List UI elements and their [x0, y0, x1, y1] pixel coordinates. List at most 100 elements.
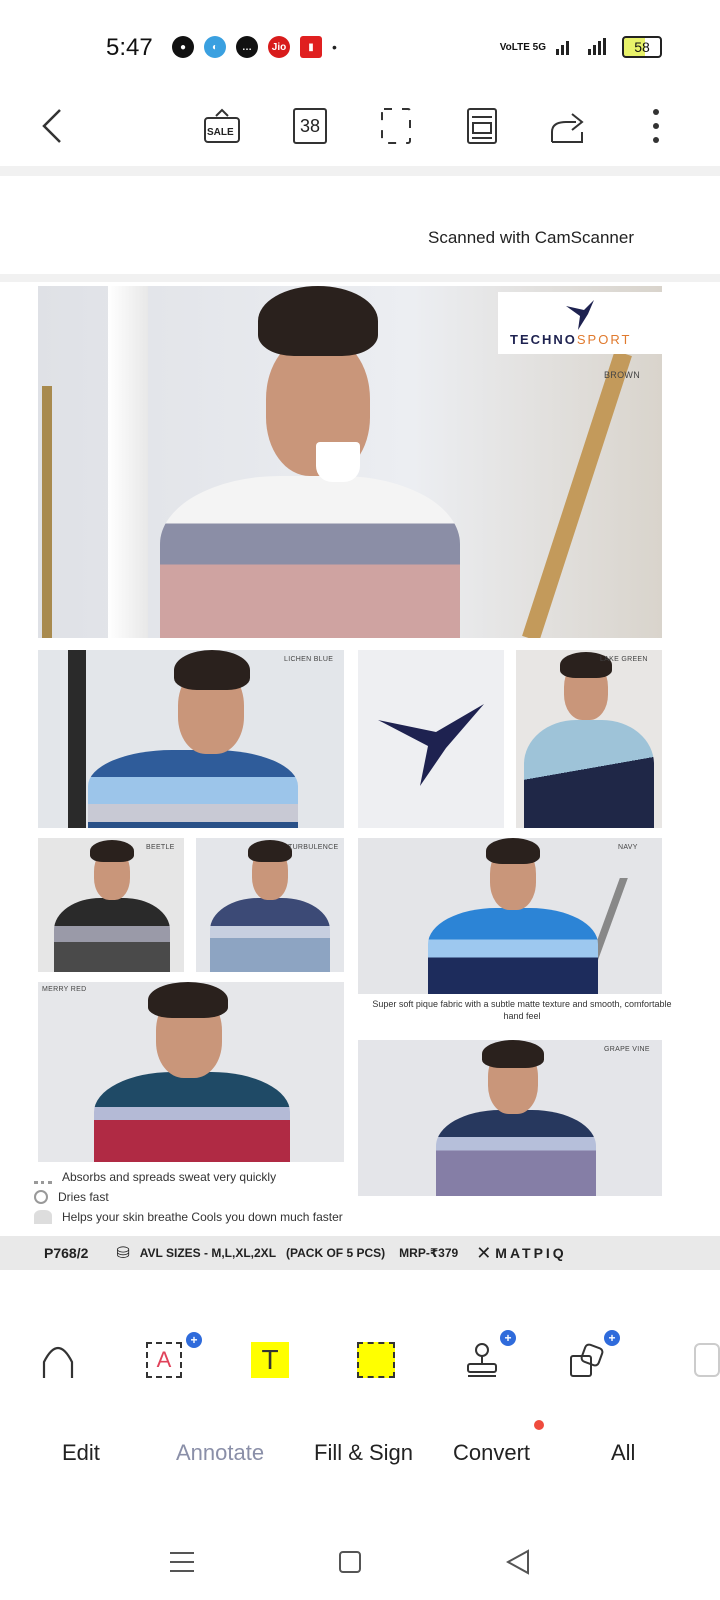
bottom-tabs: Edit Annotate Fill & Sign Convert All [0, 1420, 720, 1480]
tab-convert[interactable]: Convert [453, 1440, 530, 1466]
tag-merry-red: MERRY RED [42, 986, 87, 993]
app-icon: ▮ [300, 36, 322, 58]
status-bar: 5:47 ● ◐ … Jio ▮ • VoLTE 5G 58 [0, 0, 720, 96]
tag-navy: NAVY [618, 844, 638, 851]
share-icon [551, 113, 584, 143]
tshirt-navy [428, 908, 598, 994]
wall-panel [108, 286, 148, 638]
status-time: 5:47 [106, 34, 153, 61]
home-button[interactable] [330, 1542, 370, 1582]
battery-level: 58 [634, 39, 650, 55]
tag-lichen-blue: LICHEN BLUE [284, 656, 334, 663]
back-button[interactable] [30, 104, 74, 148]
mrp: MRP-₹379 [399, 1246, 459, 1260]
sale-tag-icon [204, 108, 240, 143]
photo-navy [358, 838, 662, 994]
bird-logo-icon [566, 300, 594, 330]
text-box-icon: A [146, 1342, 182, 1378]
hero-hair [258, 286, 378, 356]
back-arrow-icon [42, 109, 61, 143]
page-count: 38 [299, 115, 321, 136]
partial-tool-icon [694, 1343, 720, 1377]
tab-edit[interactable]: Edit [62, 1440, 100, 1466]
tab-fill-sign[interactable]: Fill & Sign [314, 1440, 413, 1466]
tab-all[interactable]: All [611, 1440, 635, 1466]
hair [90, 840, 134, 862]
photo-turbulence [196, 838, 344, 972]
photo-lichen-blue [38, 650, 344, 828]
brand-matpiq: MATPIQ [495, 1245, 567, 1261]
brand-logo: TECHNOSPORT [498, 292, 668, 354]
tshirt-grape-vine [436, 1110, 596, 1196]
sale-button[interactable]: SALE [200, 104, 244, 148]
share-button[interactable] [546, 104, 590, 148]
message-icon: … [236, 36, 258, 58]
hero-tshirt [160, 476, 460, 638]
add-badge-icon: + [500, 1330, 516, 1346]
document-layout-icon [467, 108, 497, 144]
signal-icon [556, 38, 606, 55]
annotate-tool[interactable]: A + [134, 1330, 202, 1390]
status-right: VoLTE 5G 58 [500, 36, 662, 58]
area-highlight-tool[interactable] [346, 1330, 406, 1390]
breathe-icon [34, 1210, 52, 1224]
stamp-icon [467, 1343, 497, 1377]
lamp-pole [42, 386, 52, 638]
more-vert-icon [653, 109, 659, 143]
document-page[interactable]: TECHNOSPORT BROWN LICHEN BLUE LAKE GREEN… [0, 282, 720, 1294]
chair-leg [522, 350, 632, 638]
size-list: AVL SIZES - M,L,XL,2XL [139, 1246, 277, 1260]
stamp-tool[interactable]: + [452, 1330, 516, 1390]
fabric-description: Super soft pique fabric with a subtle ma… [372, 999, 672, 1021]
tag-lake-green: LAKE GREEN [600, 656, 648, 663]
reader-mode-button[interactable] [460, 104, 504, 148]
highlight-text-tool[interactable]: T [240, 1330, 300, 1390]
crop-frame-icon [381, 108, 411, 144]
fullscreen-button[interactable] [374, 104, 418, 148]
tshirt-beetle [54, 898, 170, 972]
product-code: P768/2 [44, 1245, 89, 1261]
notification-icons: ● ◐ … Jio ▮ • [172, 36, 337, 58]
camscanner-watermark: Scanned with CamScanner [427, 228, 634, 247]
bullet-dries: Dries fast [34, 1190, 109, 1204]
dry-icon [34, 1190, 48, 1204]
hair [248, 840, 292, 862]
tag-beetle: BEETLE [146, 844, 175, 851]
previous-page-tail[interactable]: Scanned with CamScanner [0, 176, 720, 274]
photo-beetle [38, 838, 184, 972]
recents-button[interactable] [162, 1542, 202, 1582]
tshirt-turbulence [210, 898, 330, 972]
hair [482, 1040, 544, 1068]
more-tool-partial[interactable] [664, 1330, 720, 1390]
pen-nib-icon [42, 1346, 74, 1378]
photo-merry-red [38, 982, 344, 1162]
area-select-icon [357, 1342, 395, 1378]
sale-label: SALE [207, 127, 234, 138]
tshirt-lichen-blue [88, 750, 298, 828]
size-icon: ⛁ [116, 1245, 130, 1262]
chat-icon: ● [172, 36, 194, 58]
hair [148, 982, 228, 1018]
wall-panel [68, 650, 86, 828]
edit-tool[interactable] [28, 1330, 88, 1390]
product-footer: P768/2 ⛁ AVL SIZES - M,L,XL,2XL (PACK OF… [0, 1236, 720, 1270]
coffee-cup [316, 442, 360, 482]
shapes-tool[interactable]: + [558, 1330, 620, 1390]
hair [174, 650, 250, 690]
photo-lake-green [516, 650, 662, 828]
bullet-sweat: Absorbs and spreads sweat very quickly [34, 1170, 276, 1184]
home-square-icon [339, 1551, 361, 1573]
add-badge-icon: + [186, 1332, 202, 1348]
add-badge-icon: + [604, 1330, 620, 1346]
pack-info: (PACK OF 5 PCS) [286, 1246, 386, 1260]
tab-annotate[interactable]: Annotate [176, 1440, 264, 1466]
tag-grape-vine: GRAPE VINE [604, 1046, 650, 1053]
brand-wordmark: TECHNOSPORT [510, 332, 632, 347]
more-options-button[interactable] [634, 104, 678, 148]
tshirt-lake-green [524, 720, 654, 828]
more-notifications-icon: • [332, 39, 337, 55]
back-nav-button[interactable] [498, 1542, 538, 1582]
photo-grape-vine [358, 1040, 662, 1196]
page-count-button[interactable]: 38 [288, 104, 332, 148]
tag-turbulence: TURBULENCE [288, 844, 339, 851]
